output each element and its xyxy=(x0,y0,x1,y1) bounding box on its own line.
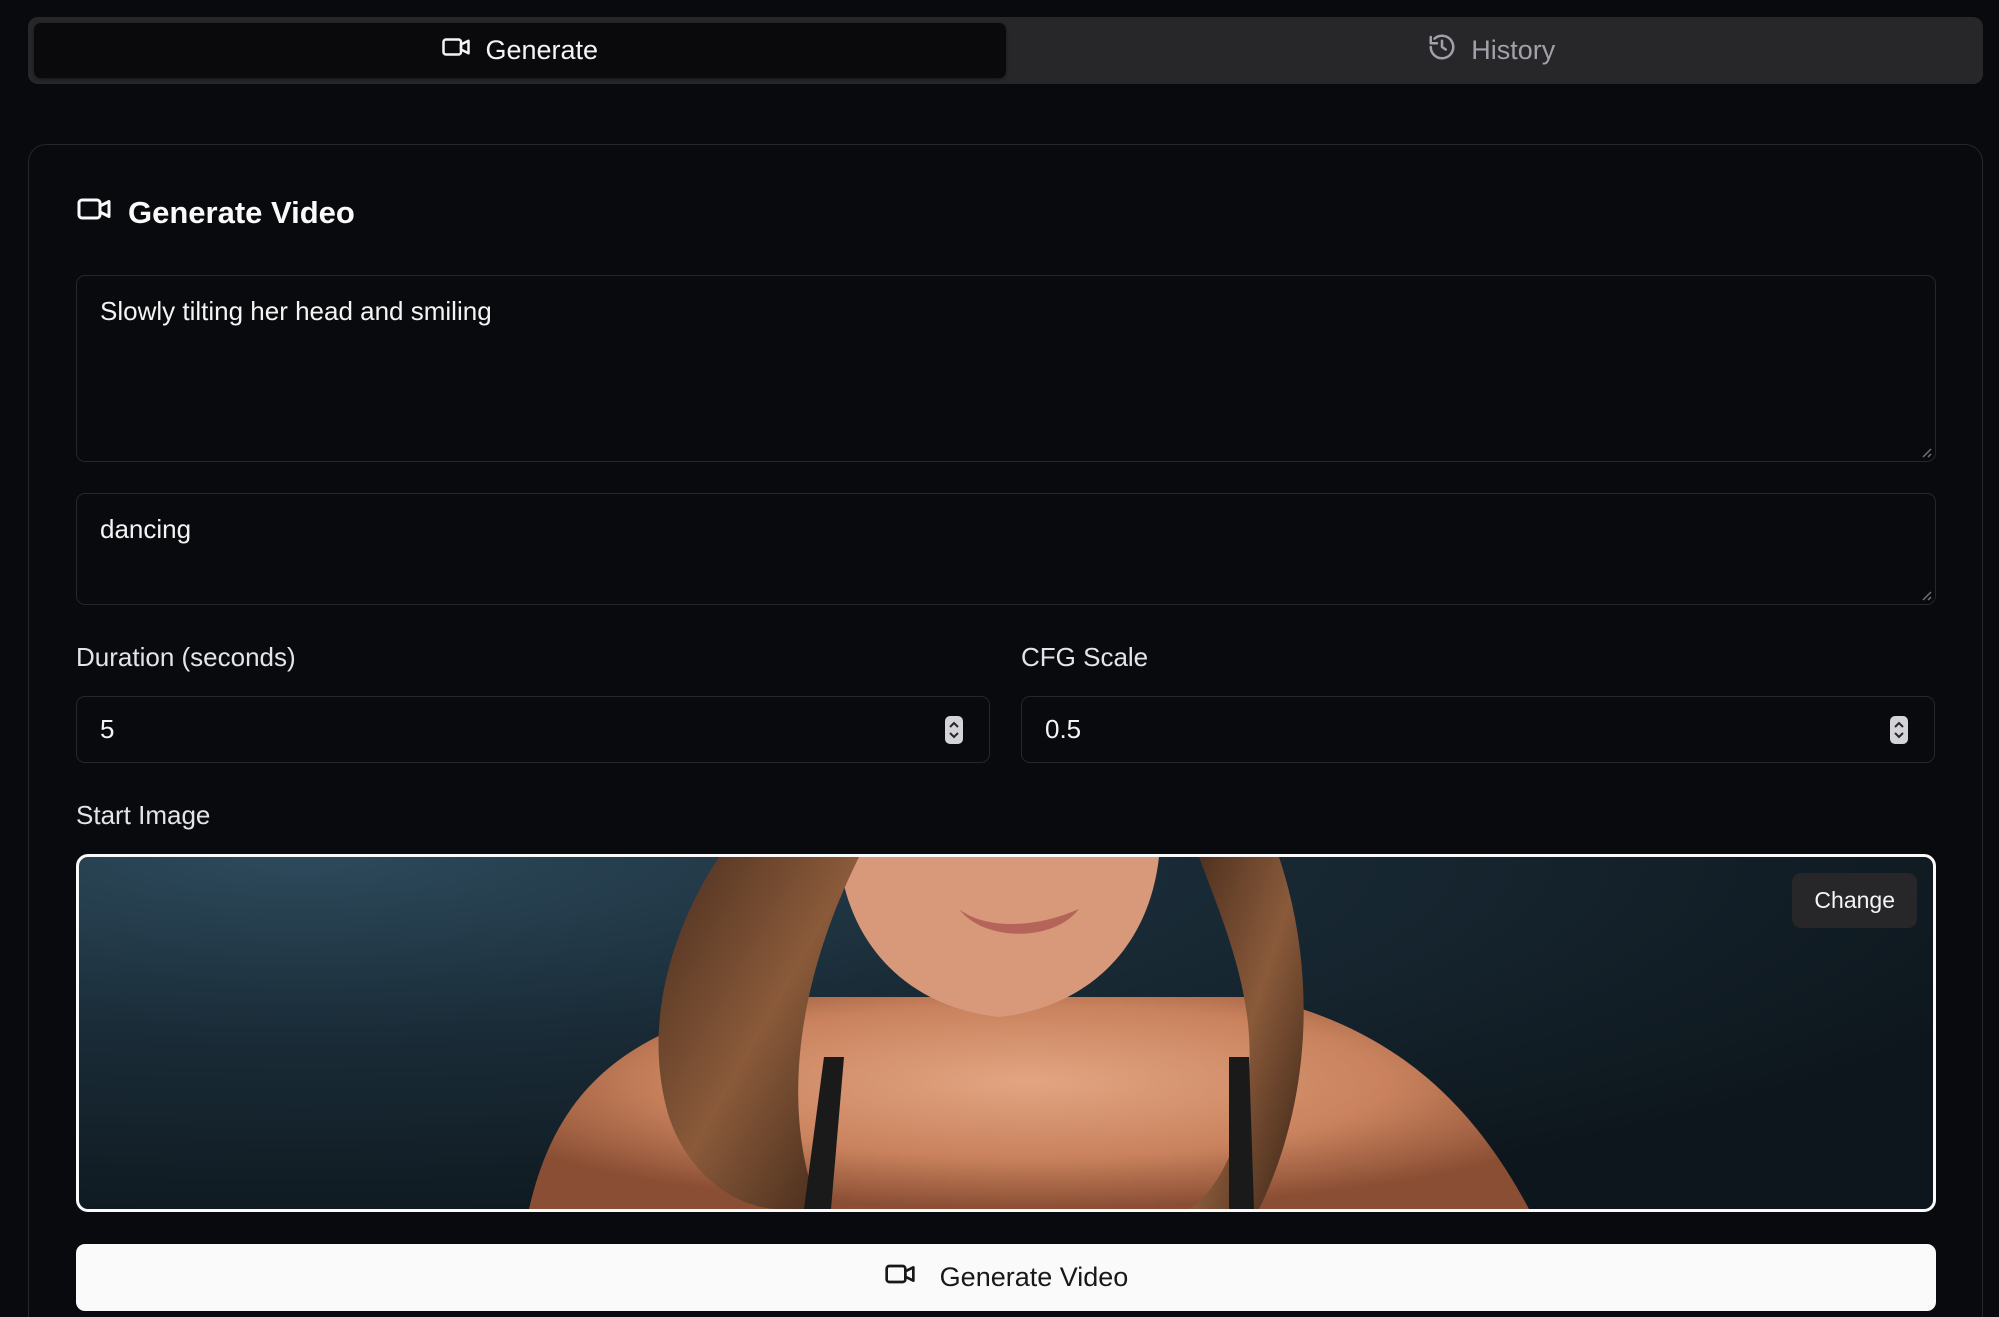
resize-handle-icon[interactable] xyxy=(1918,587,1932,601)
card-title: Generate Video xyxy=(76,191,355,235)
negative-prompt-textarea[interactable]: dancing xyxy=(76,493,1936,605)
video-camera-icon xyxy=(76,191,112,235)
change-image-button[interactable]: Change xyxy=(1792,873,1917,928)
negative-prompt-text: dancing xyxy=(100,514,192,544)
generate-video-label: Generate Video xyxy=(939,1262,1129,1292)
resize-handle-icon[interactable] xyxy=(1918,444,1932,458)
duration-label: Duration (seconds) xyxy=(76,642,296,672)
video-camera-icon xyxy=(441,32,471,69)
stepper-icon[interactable] xyxy=(1889,715,1909,745)
cfg-scale-value: 0.5 xyxy=(1045,714,1082,744)
generate-video-button[interactable]: Generate Video xyxy=(76,1244,1936,1311)
prompt-textarea[interactable]: Slowly tilting her head and smiling xyxy=(76,275,1936,462)
card-title-text: Generate Video xyxy=(128,195,355,230)
duration-value: 5 xyxy=(100,714,115,744)
tab-history[interactable]: History xyxy=(1006,23,1978,78)
tab-generate-label: Generate xyxy=(485,35,599,65)
start-image-preview: Change xyxy=(76,854,1936,1212)
video-camera-icon xyxy=(884,1258,916,1297)
history-icon xyxy=(1427,32,1457,69)
start-image-photo xyxy=(529,857,1529,1209)
cfg-scale-label: CFG Scale xyxy=(1021,642,1149,672)
stepper-icon[interactable] xyxy=(944,715,964,745)
tab-bar: Generate History xyxy=(28,17,1983,84)
tab-history-label: History xyxy=(1471,35,1556,65)
duration-input[interactable]: 5 xyxy=(76,696,990,763)
prompt-text: Slowly tilting her head and smiling xyxy=(100,296,492,326)
generate-video-card: Generate Video Slowly tilting her head a… xyxy=(28,144,1983,1317)
tab-generate[interactable]: Generate xyxy=(34,23,1006,78)
cfg-scale-input[interactable]: 0.5 xyxy=(1021,696,1935,763)
start-image-label: Start Image xyxy=(76,800,211,830)
